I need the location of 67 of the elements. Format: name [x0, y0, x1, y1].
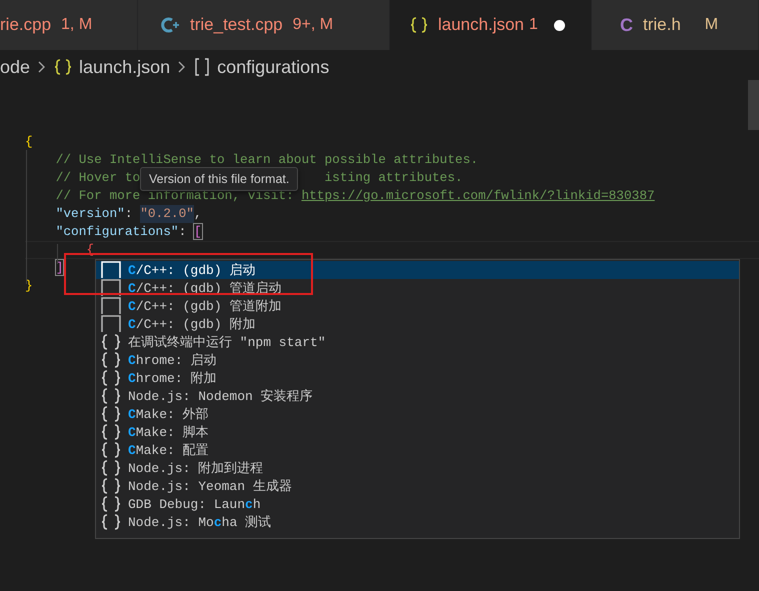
suggestion-item[interactable]: CMake: 外部 [96, 405, 739, 423]
tab-status-text: 9+, M [292, 16, 334, 34]
chevron-icon [37, 60, 48, 74]
chevron-icon [177, 60, 188, 74]
braces-icon [101, 495, 121, 513]
suggestion-item[interactable]: Node.js: Nodemon 安装程序 [96, 387, 739, 405]
snippet-icon [101, 315, 121, 333]
breadcrumb-item[interactable]: configurations [217, 56, 330, 78]
braces-icon [101, 405, 121, 423]
braces-icon [54, 58, 72, 76]
code-bracket: ] [56, 259, 64, 277]
braces-icon [101, 459, 121, 477]
json-key: "configurations" [56, 223, 179, 241]
code-comment: // Use IntelliSense to learn about possible attributes. [56, 151, 478, 169]
suggestion-item[interactable]: CMake: 配置 [96, 441, 739, 459]
suggestion-item[interactable]: C/C++: (gdb) 附加 [96, 315, 739, 333]
editor-tab[interactable]: launch.json 1 [390, 0, 592, 50]
braces-icon [410, 16, 428, 34]
code-comment: isting attributes. [324, 169, 463, 187]
breadcrumb-item[interactable]: ode [0, 56, 30, 78]
braces-icon [101, 333, 121, 351]
braces-icon [101, 477, 121, 495]
braces-icon [101, 369, 121, 387]
suggestion-item[interactable]: C/C++: (gdb) 管道附加 [96, 297, 739, 315]
suggestion-item[interactable]: Node.js: Mocha 测试 [96, 513, 739, 531]
editor-tab[interactable]: C trie.h M [592, 0, 759, 50]
scrollbar-thumb[interactable] [748, 80, 759, 130]
braces-icon [101, 423, 121, 441]
tab-status-text: 1, M [61, 16, 92, 34]
code-link[interactable]: https://go.microsoft.com/fwlink/?linkid=830387 [301, 187, 655, 205]
braces-icon [101, 441, 121, 459]
suggestion-item[interactable]: Chrome: 附加 [96, 369, 739, 387]
snippet-icon [101, 279, 121, 297]
array-icon [194, 57, 210, 77]
code-brace: } [25, 277, 33, 295]
editor-tab[interactable]: trie_test.cpp 9+, M [138, 0, 390, 50]
code-punctuation: , [194, 205, 202, 223]
suggestion-item[interactable]: C/C++: (gdb) 启动 [96, 261, 739, 279]
suggestion-item[interactable]: Chrome: 启动 [96, 351, 739, 369]
suggestion-item[interactable]: 在调试终端中运行 "npm start" [96, 333, 739, 351]
braces-icon [101, 513, 121, 531]
tab-status-text: M [704, 16, 718, 34]
code-punctuation: : [178, 223, 188, 241]
tab-label: launch.json [438, 15, 524, 35]
braces-icon [101, 387, 121, 405]
code-brace: { [25, 133, 33, 151]
json-key: "version" [56, 205, 125, 223]
cpp-file-icon [160, 16, 180, 34]
editor-tab[interactable]: rie.cpp 1, M [0, 0, 138, 50]
suggestion-item[interactable]: Node.js: 附加到进程 [96, 459, 739, 477]
suggestion-item[interactable]: Node.js: Yeoman 生成器 [96, 477, 739, 495]
snippet-icon [101, 261, 121, 279]
code-punctuation: : [124, 205, 134, 223]
tab-label: rie.cpp [0, 15, 52, 35]
hover-tooltip: Version of this file format. [140, 167, 298, 191]
json-string: "0.2.0" [140, 205, 194, 223]
breadcrumb-item[interactable]: launch.json [79, 56, 170, 78]
suggestion-item[interactable]: CMake: 脚本 [96, 423, 739, 441]
tab-label: trie.h [643, 15, 681, 35]
code-comment: // Hover to [56, 169, 142, 187]
snippet-icon [101, 297, 121, 315]
code-bracket: [ [194, 223, 202, 241]
tab-status-text: 1 [529, 16, 538, 34]
braces-icon [101, 351, 121, 369]
suggestion-item[interactable]: GDB Debug: Launch [96, 495, 739, 513]
tab-label: trie_test.cpp [190, 15, 283, 35]
c-file-icon: C [620, 14, 633, 36]
